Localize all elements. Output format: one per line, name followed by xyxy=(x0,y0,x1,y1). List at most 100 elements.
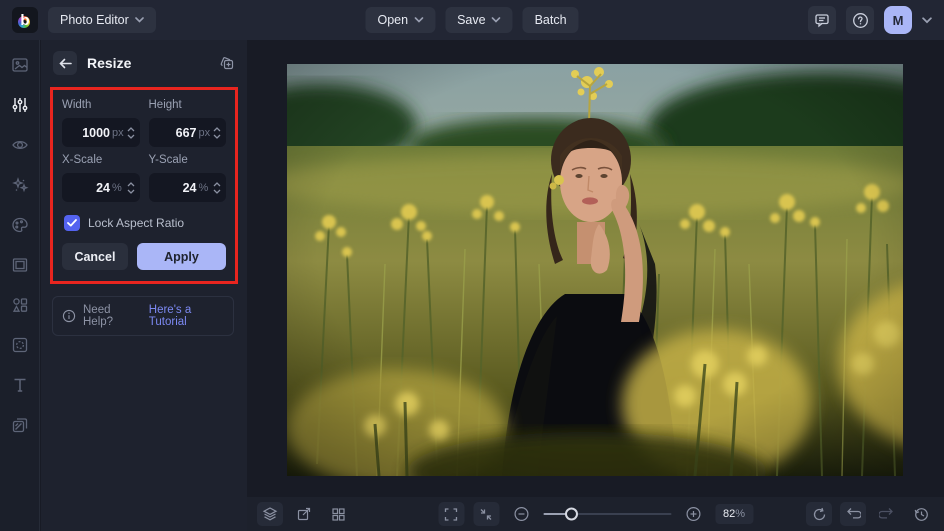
canvas-workspace xyxy=(247,40,944,497)
stepper-down-icon[interactable] xyxy=(127,134,135,139)
lock-aspect-ratio-checkbox[interactable] xyxy=(64,215,80,231)
stepper-down-icon[interactable] xyxy=(127,189,135,194)
stepper-up-icon[interactable] xyxy=(213,127,221,132)
height-stepper xyxy=(213,127,221,139)
copies-icon xyxy=(219,55,235,71)
fit-to-screen-button[interactable] xyxy=(473,502,499,526)
speech-bubble-icon xyxy=(814,12,830,28)
panel-actions: Cancel Apply xyxy=(62,243,226,270)
question-mark-icon xyxy=(852,12,869,29)
height-label: Height xyxy=(149,99,227,111)
tutorial-link[interactable]: Here's a Tutorial xyxy=(149,304,224,328)
sidebar-item-image-manager[interactable] xyxy=(6,52,34,78)
sidebar-item-effects[interactable] xyxy=(6,172,34,198)
width-stepper xyxy=(127,127,135,139)
stepper-up-icon[interactable] xyxy=(127,182,135,187)
history-controls xyxy=(806,502,934,526)
save-button[interactable]: Save xyxy=(445,7,513,33)
befunky-logo-icon[interactable]: b xyxy=(12,7,38,33)
x-scale-field: % xyxy=(62,173,140,202)
chevron-down-icon xyxy=(492,17,501,23)
back-button[interactable] xyxy=(53,51,77,75)
sidebar-item-artsy[interactable] xyxy=(6,212,34,238)
zoom-controls: 82 % xyxy=(438,502,753,526)
highlight-annotation: Width Height px px xyxy=(50,87,238,284)
stepper-up-icon[interactable] xyxy=(127,127,135,132)
dimension-fields: Width Height px px xyxy=(62,99,226,202)
photo-canvas[interactable] xyxy=(287,64,903,476)
bottom-toolbar: 82 % xyxy=(247,497,944,531)
grid-icon xyxy=(331,507,346,522)
stepper-up-icon[interactable] xyxy=(213,182,221,187)
layers-icon xyxy=(262,506,278,522)
sidebar-item-overlays[interactable] xyxy=(6,332,34,358)
minus-circle-icon xyxy=(513,506,529,522)
sidebar-item-edit[interactable] xyxy=(6,92,34,118)
height-unit: px xyxy=(199,127,211,139)
frame-icon xyxy=(11,256,29,274)
resize-panel: Resize Width Height px px xyxy=(41,40,247,531)
batch-label: Batch xyxy=(535,13,567,27)
app-menu-dropdown[interactable]: Photo Editor xyxy=(48,7,156,33)
sparkles-icon xyxy=(11,176,29,194)
height-input[interactable] xyxy=(157,126,197,140)
y-scale-unit: % xyxy=(199,182,209,194)
feedback-button[interactable] xyxy=(808,6,836,34)
text-icon xyxy=(11,376,29,394)
fullscreen-button[interactable] xyxy=(438,502,464,526)
width-input[interactable] xyxy=(70,126,110,140)
cancel-button[interactable]: Cancel xyxy=(62,243,128,270)
zoom-in-button[interactable] xyxy=(680,502,706,526)
stepper-down-icon[interactable] xyxy=(213,134,221,139)
sidebar-item-textures[interactable] xyxy=(6,412,34,438)
zoom-level-value: 82 xyxy=(723,508,735,520)
help-button[interactable] xyxy=(846,6,874,34)
bottombar-left xyxy=(257,502,351,526)
open-button[interactable]: Open xyxy=(365,7,435,33)
stepper-down-icon[interactable] xyxy=(213,189,221,194)
sidebar-item-frames[interactable] xyxy=(6,252,34,278)
layers-button[interactable] xyxy=(257,502,283,526)
reset-button[interactable] xyxy=(806,502,832,526)
batch-resize-button[interactable] xyxy=(219,55,235,71)
sidebar-item-touch-up[interactable] xyxy=(6,132,34,158)
zoom-slider[interactable] xyxy=(543,507,671,521)
sidebar-item-graphics[interactable] xyxy=(6,292,34,318)
x-scale-label: X-Scale xyxy=(62,154,140,166)
sliders-icon xyxy=(11,96,29,114)
overlay-icon xyxy=(11,336,29,354)
x-scale-input[interactable] xyxy=(70,181,110,195)
redo-button[interactable] xyxy=(874,502,900,526)
topbar-right: M xyxy=(808,6,932,34)
account-chevron-icon[interactable] xyxy=(922,17,932,24)
arrow-left-icon xyxy=(59,58,72,69)
user-avatar[interactable]: M xyxy=(884,6,912,34)
help-text: Need Help? xyxy=(83,304,138,328)
panel-title: Resize xyxy=(87,55,131,71)
history-button[interactable] xyxy=(908,502,934,526)
open-label: Open xyxy=(377,13,408,27)
zoom-out-button[interactable] xyxy=(508,502,534,526)
refresh-icon xyxy=(812,507,827,522)
zoom-slider-handle[interactable] xyxy=(565,508,578,521)
image-icon xyxy=(11,56,29,74)
batch-button[interactable]: Batch xyxy=(523,7,579,33)
shapes-icon xyxy=(11,296,29,314)
y-scale-field: % xyxy=(149,173,227,202)
history-clock-icon xyxy=(914,507,929,522)
photo-editor-app: b Photo Editor Open Save Batch xyxy=(0,0,944,531)
lock-aspect-ratio-row[interactable]: Lock Aspect Ratio xyxy=(64,215,226,231)
lock-aspect-ratio-label: Lock Aspect Ratio xyxy=(88,216,184,230)
apply-button[interactable]: Apply xyxy=(137,243,226,270)
undo-button[interactable] xyxy=(840,502,866,526)
plus-circle-icon xyxy=(685,506,701,522)
y-scale-input[interactable] xyxy=(157,181,197,195)
help-box: Need Help? Here's a Tutorial xyxy=(52,296,234,336)
grid-view-button[interactable] xyxy=(325,502,351,526)
x-scale-stepper xyxy=(127,182,135,194)
sidebar-item-text[interactable] xyxy=(6,372,34,398)
canvas-resize-button[interactable] xyxy=(291,502,317,526)
file-actions: Open Save Batch xyxy=(365,7,578,33)
zoom-level-badge: 82 % xyxy=(715,504,753,524)
eye-icon xyxy=(11,136,29,154)
